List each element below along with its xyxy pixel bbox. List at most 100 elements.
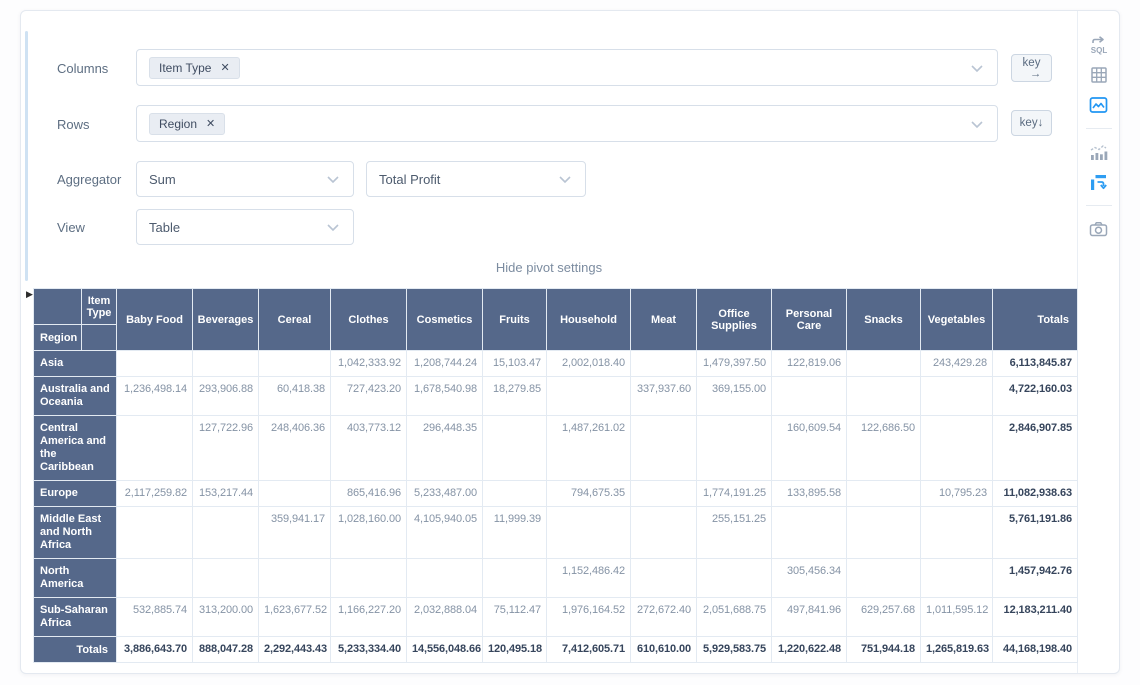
visualization-image-icon[interactable] <box>1086 93 1112 117</box>
row-label: North America <box>34 559 117 598</box>
pivot-editor-card: Columns Item Type ✕ key → Rows Region ✕ <box>20 10 1120 674</box>
key-label: key <box>1020 117 1038 129</box>
col-label: Fruits <box>483 289 547 351</box>
col-label: Office Supplies <box>697 289 772 351</box>
pivot-cell <box>259 559 331 598</box>
pivot-cell: 359,941.17 <box>259 507 331 559</box>
pivot-cell: 337,937.60 <box>631 377 697 416</box>
pivot-cell: 532,885.74 <box>117 598 193 637</box>
pivot-cell <box>117 507 193 559</box>
totals-row-label: Totals <box>34 637 117 663</box>
aggregator-field-select[interactable]: Total Profit <box>366 161 586 197</box>
pivot-cell: 122,686.50 <box>847 416 921 481</box>
pivot-cell: 2,002,018.40 <box>547 351 631 377</box>
pivot-cell: 313,200.00 <box>193 598 259 637</box>
pivot-cell <box>631 416 697 481</box>
pivot-icon[interactable] <box>1086 170 1112 194</box>
pivot-cell: 1,166,227.20 <box>331 598 407 637</box>
pivot-cell <box>921 507 993 559</box>
rows-tag[interactable]: Region ✕ <box>149 113 225 135</box>
col-total-cell: 751,944.18 <box>847 637 921 663</box>
row-total-cell: 1,457,942.76 <box>993 559 1078 598</box>
pivot-cell: 629,257.68 <box>847 598 921 637</box>
col-total-cell: 1,220,622.48 <box>772 637 847 663</box>
pivot-head-row-1: Item Type Baby FoodBeveragesCerealClothe… <box>34 289 1078 325</box>
row-total-cell: 6,113,845.87 <box>993 351 1078 377</box>
columns-sort-key-button[interactable]: key → <box>1011 54 1052 82</box>
pivot-cell: 1,774,191.25 <box>697 481 772 507</box>
pivot-cell: 1,028,160.00 <box>331 507 407 559</box>
pivot-row: Asia 1,042,333.921,208,744.2415,103.472,0… <box>34 351 1078 377</box>
pivot-cell <box>193 351 259 377</box>
pivot-cell: 255,151.25 <box>697 507 772 559</box>
camera-snapshot-icon[interactable] <box>1086 217 1112 241</box>
pivot-cell: 127,722.96 <box>193 416 259 481</box>
rows-tag-remove-icon[interactable]: ✕ <box>206 117 215 130</box>
pivot-cell: 1,976,164.52 <box>547 598 631 637</box>
pivot-cell: 75,112.47 <box>483 598 547 637</box>
pivot-cell: 15,103.47 <box>483 351 547 377</box>
aggregator-select[interactable]: Sum <box>136 161 354 197</box>
table-grid-icon[interactable] <box>1086 63 1112 87</box>
pivot-table: Item Type Baby FoodBeveragesCerealClothe… <box>33 288 1078 663</box>
pivot-cell: 369,155.00 <box>697 377 772 416</box>
pivot-cell: 727,423.20 <box>331 377 407 416</box>
col-total-cell: 7,412,605.71 <box>547 637 631 663</box>
table-expand-handle[interactable]: ▶ <box>26 290 33 299</box>
row-label: Asia <box>34 351 117 377</box>
hide-pivot-settings-link[interactable]: Hide pivot settings <box>21 260 1077 275</box>
view-select[interactable]: Table <box>136 209 354 245</box>
pivot-cell <box>259 351 331 377</box>
rows-field-label: Rows <box>57 117 90 132</box>
row-label: Central America and the Caribbean <box>34 416 117 481</box>
pivot-cell <box>921 377 993 416</box>
row-axis-label: Region <box>34 325 82 351</box>
pivot-cell <box>117 416 193 481</box>
bar-chart-icon[interactable] <box>1086 140 1112 164</box>
pivot-cell: 794,675.35 <box>547 481 631 507</box>
pivot-cell: 1,208,744.24 <box>407 351 483 377</box>
sql-icon[interactable]: SQL <box>1086 33 1112 57</box>
col-total-cell: 888,047.28 <box>193 637 259 663</box>
pivot-row: Australia and Oceania1,236,498.14293,906… <box>34 377 1078 416</box>
pivot-cell <box>483 416 547 481</box>
row-total-cell: 4,722,160.03 <box>993 377 1078 416</box>
rows-select[interactable]: Region ✕ <box>136 105 998 142</box>
pivot-cell: 865,416.96 <box>331 481 407 507</box>
rows-tag-label: Region <box>159 117 197 131</box>
pivot-body: Asia 1,042,333.921,208,744.2415,103.472,0… <box>34 351 1078 663</box>
pivot-cell <box>847 559 921 598</box>
pivot-row: Middle East and North Africa 359,941.171,… <box>34 507 1078 559</box>
columns-field-label: Columns <box>57 61 108 76</box>
pivot-cell <box>847 377 921 416</box>
arrow-down-icon: ↓ <box>1038 117 1044 129</box>
pivot-cell: 1,042,333.92 <box>331 351 407 377</box>
row-label: Middle East and North Africa <box>34 507 117 559</box>
pivot-row: North America1,152,486.42305,456.341,457… <box>34 559 1078 598</box>
columns-tag-remove-icon[interactable]: ✕ <box>220 61 229 74</box>
columns-tag-label: Item Type <box>159 61 211 75</box>
rows-sort-key-button[interactable]: key ↓ <box>1011 110 1052 136</box>
pivot-cell <box>117 559 193 598</box>
pivot-cell <box>697 559 772 598</box>
columns-select[interactable]: Item Type ✕ <box>136 49 998 86</box>
settings-scrollbar[interactable] <box>25 31 28 281</box>
columns-tag[interactable]: Item Type ✕ <box>149 57 240 79</box>
pivot-cell <box>772 377 847 416</box>
col-total-cell: 14,556,048.66 <box>407 637 483 663</box>
pivot-corner-blank <box>34 289 82 325</box>
pivot-cell: 305,456.34 <box>772 559 847 598</box>
totals-col-header: Totals <box>993 289 1078 351</box>
view-value: Table <box>149 220 180 235</box>
pivot-cell <box>547 377 631 416</box>
pivot-cell <box>547 507 631 559</box>
row-total-cell: 5,761,191.86 <box>993 507 1078 559</box>
pivot-cell <box>697 416 772 481</box>
pivot-cell <box>631 481 697 507</box>
pivot-cell: 122,819.06 <box>772 351 847 377</box>
pivot-cell: 153,217.44 <box>193 481 259 507</box>
pivot-cell <box>847 351 921 377</box>
pivot-cell: 1,678,540.98 <box>407 377 483 416</box>
chevron-down-icon <box>327 224 339 232</box>
pivot-cell <box>631 507 697 559</box>
